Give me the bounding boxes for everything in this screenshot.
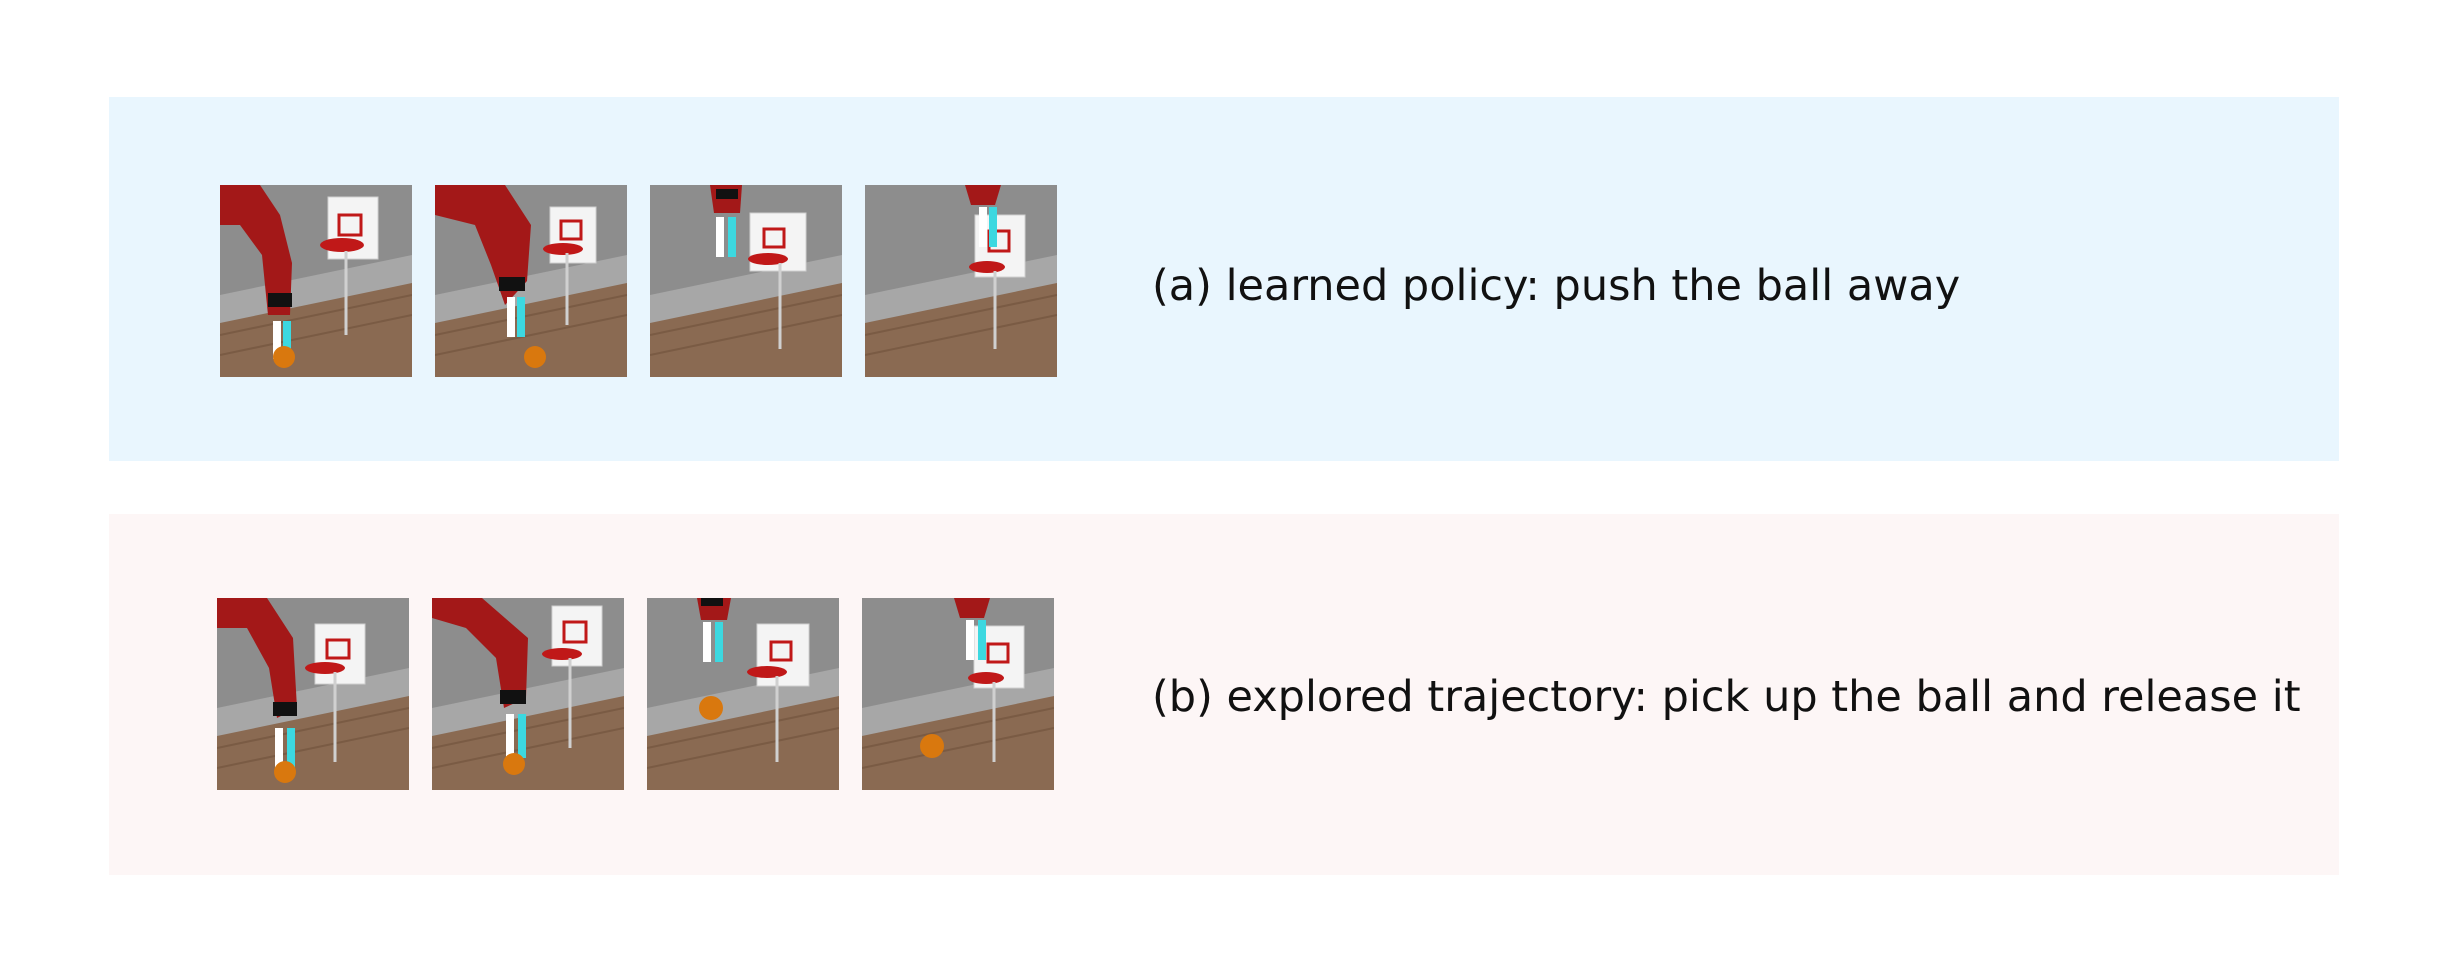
robot-scene-image — [865, 185, 1057, 377]
row-a-panel: (a) learned policy: push the ball away — [109, 97, 2339, 461]
robot-scene-image — [217, 598, 409, 790]
row-b-panel: (b) explored trajectory: pick up the bal… — [109, 514, 2339, 875]
row-b-frame-3 — [647, 598, 839, 790]
row-a-frame-1 — [220, 185, 412, 377]
row-a-frame-4 — [865, 185, 1057, 377]
robot-scene-image — [647, 598, 839, 790]
robot-scene-image — [435, 185, 627, 377]
row-a-caption: (a) learned policy: push the ball away — [1152, 261, 1961, 311]
robot-scene-image — [220, 185, 412, 377]
row-b-caption: (b) explored trajectory: pick up the bal… — [1152, 672, 2301, 722]
robot-scene-image — [432, 598, 624, 790]
robot-scene-image — [650, 185, 842, 377]
row-a-frame-2 — [435, 185, 627, 377]
robot-scene-image — [862, 598, 1054, 790]
row-a-frame-3 — [650, 185, 842, 377]
row-b-frame-2 — [432, 598, 624, 790]
row-b-frame-4 — [862, 598, 1054, 790]
row-b-frame-1 — [217, 598, 409, 790]
